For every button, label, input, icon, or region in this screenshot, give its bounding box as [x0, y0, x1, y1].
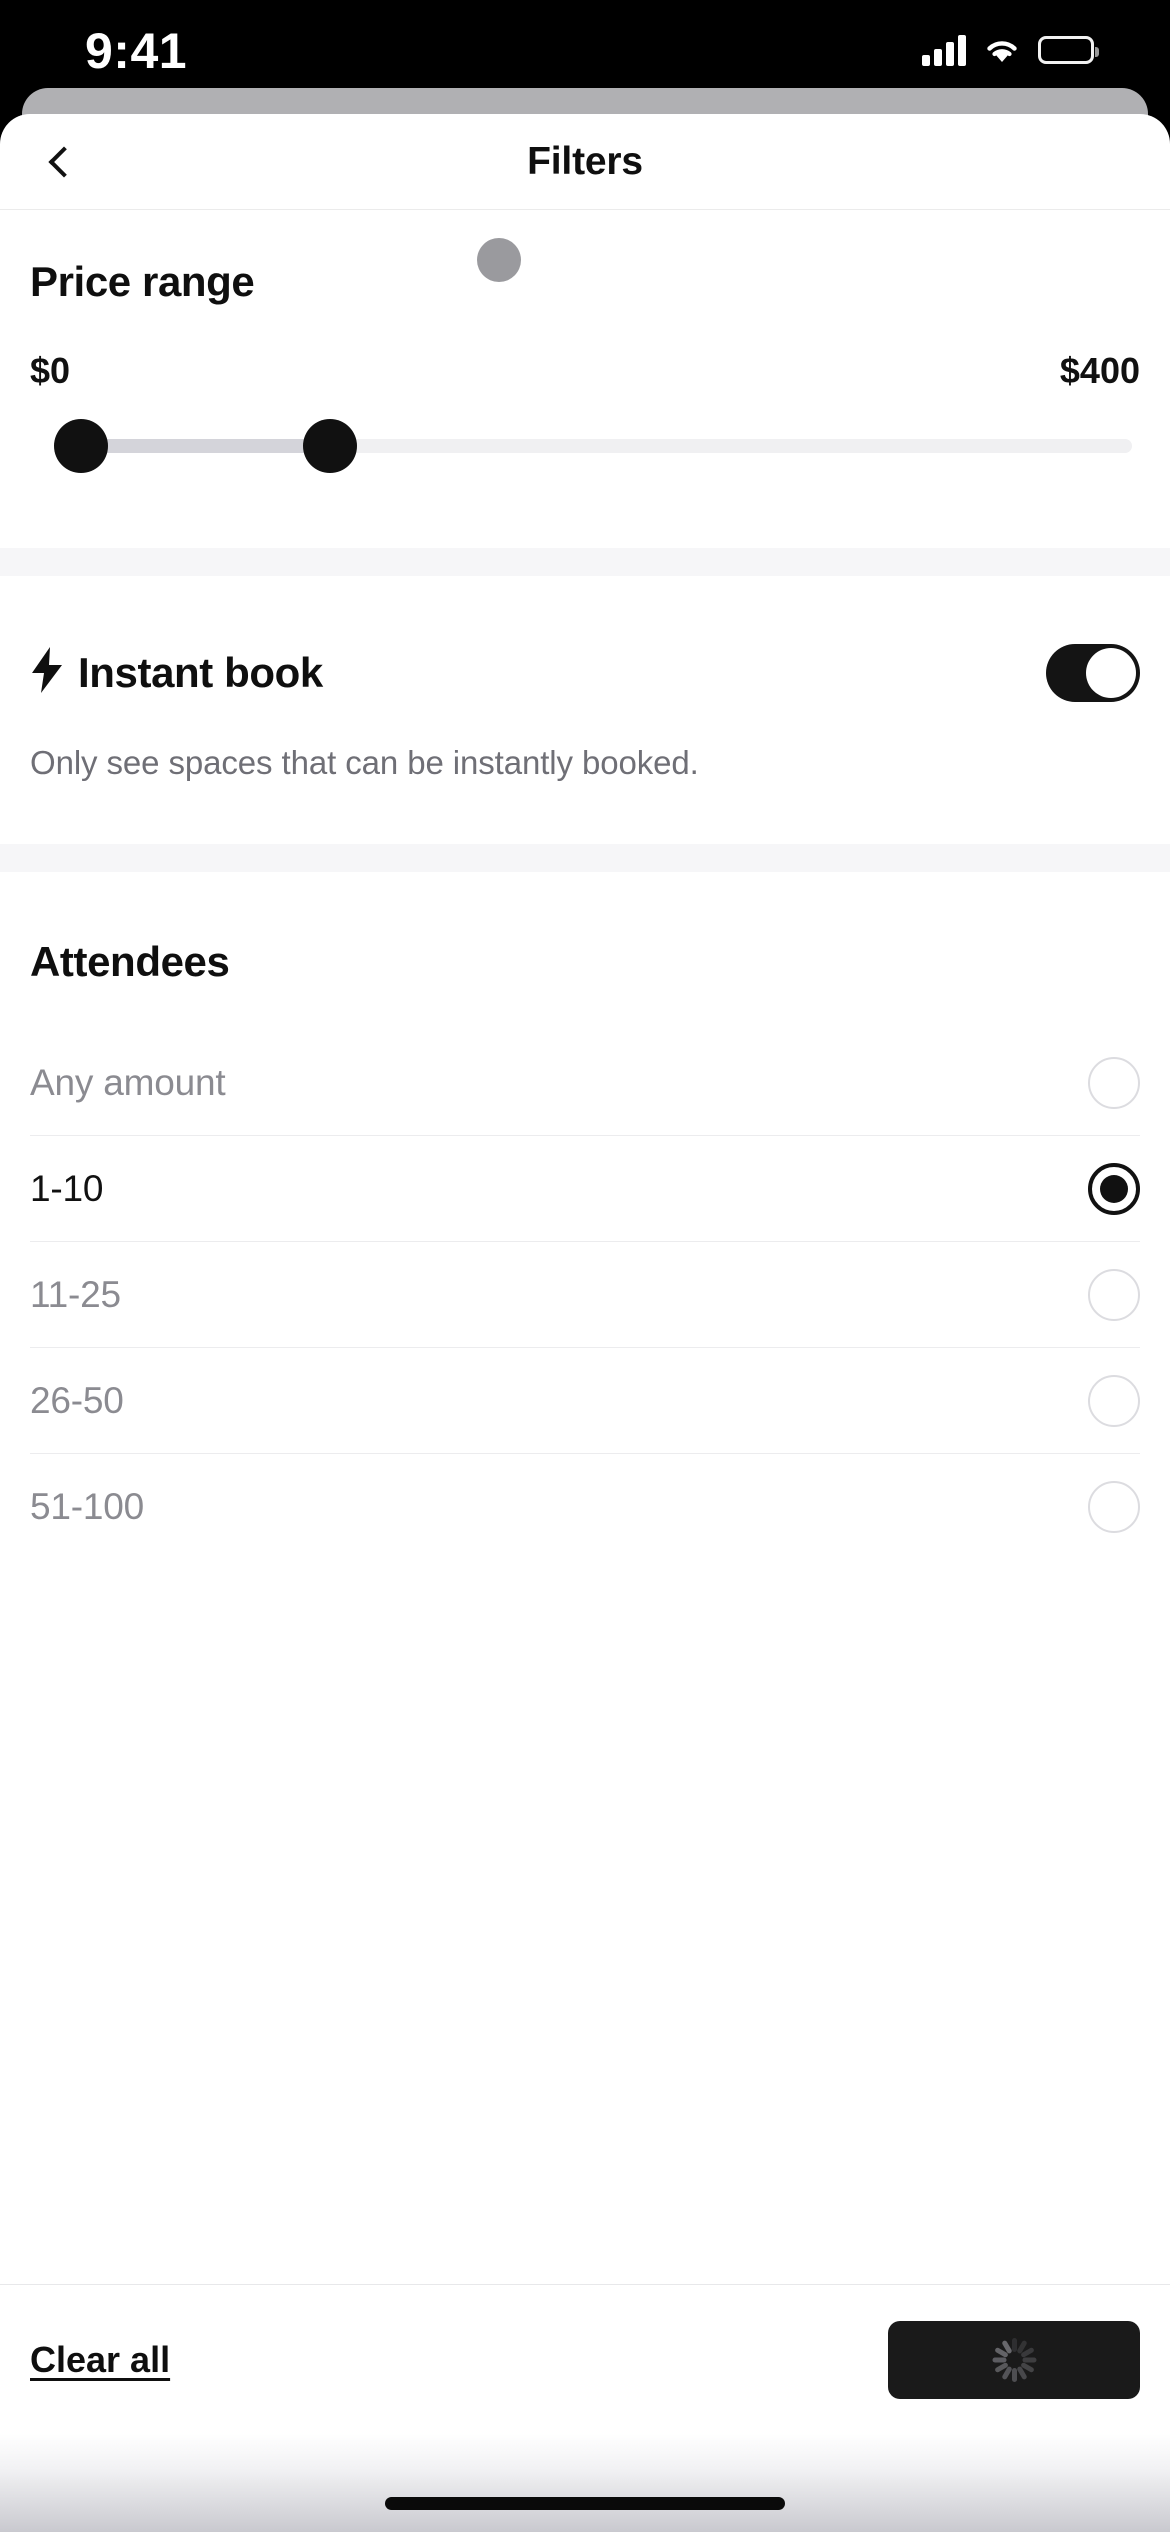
attendee-option-label: 1-10 — [30, 1167, 104, 1209]
cellular-signal-icon — [922, 34, 966, 66]
instant-book-toggle[interactable] — [1046, 644, 1140, 702]
radio-button[interactable] — [1088, 1056, 1140, 1109]
attendee-option-label: 11-25 — [30, 1273, 121, 1315]
price-range-slider[interactable] — [30, 414, 1140, 478]
loading-spinner-icon — [991, 2337, 1037, 2383]
slider-handle-min[interactable] — [54, 419, 108, 473]
attendee-option-row[interactable]: Any amount — [30, 1030, 1140, 1136]
instant-book-description: Only see spaces that can be instantly bo… — [30, 744, 699, 781]
section-divider-2 — [0, 844, 1170, 872]
instant-book-section: Instant book Only see spaces that can be… — [0, 576, 1170, 844]
instant-book-label-group: Instant book — [30, 646, 323, 700]
instant-book-row: Instant book — [30, 644, 1140, 702]
radio-button[interactable] — [1088, 1374, 1140, 1427]
attendees-title: Attendees — [30, 938, 230, 985]
attendees-option-list: Any amount 1-10 11-25 26-50 51-100 — [30, 1030, 1140, 1560]
back-button[interactable] — [30, 131, 92, 193]
modal-footer: Clear all — [0, 2284, 1170, 2434]
apply-filters-button[interactable] — [888, 2320, 1140, 2399]
chevron-left-icon — [48, 145, 80, 178]
attendees-section: Attendees Any amount 1-10 11-25 26-50 51-100 — [0, 872, 1170, 1560]
home-indicator[interactable] — [385, 2497, 785, 2510]
price-range-title: Price range — [30, 258, 255, 305]
home-bar-area — [0, 2434, 1170, 2532]
status-bar: 9:41 — [0, 0, 1170, 92]
price-range-section: Price range $0 $400 — [0, 210, 1170, 548]
radio-button[interactable] — [1088, 1481, 1140, 1533]
battery-icon — [1038, 36, 1099, 64]
price-max-value: $400 — [1059, 350, 1140, 391]
clear-all-button[interactable]: Clear all — [30, 2339, 170, 2381]
attendee-option-label: Any amount — [30, 1061, 226, 1103]
toggle-thumb — [1086, 648, 1136, 698]
slider-handle-max[interactable] — [303, 419, 357, 473]
modal-header: Filters — [0, 114, 1170, 210]
attendee-option-row[interactable]: 26-50 — [30, 1348, 1140, 1454]
radio-button[interactable] — [1088, 1268, 1140, 1321]
page-title: Filters — [527, 139, 643, 183]
attendee-option-row[interactable]: 11-25 — [30, 1242, 1140, 1348]
status-bar-icons — [922, 30, 1099, 70]
attendee-option-label: 26-50 — [30, 1379, 124, 1421]
filters-modal: Filters Price range $0 $400 Instant book — [0, 114, 1170, 2434]
wifi-icon — [982, 35, 1022, 65]
radio-button-selected[interactable] — [1088, 1162, 1140, 1215]
instant-book-title: Instant book — [78, 649, 323, 696]
lightning-bolt-icon — [30, 646, 64, 700]
slider-track-fill — [82, 439, 330, 453]
section-divider — [0, 548, 1170, 576]
price-value-row: $0 $400 — [30, 350, 1140, 392]
attendee-option-label: 51-100 — [30, 1486, 145, 1527]
status-bar-time: 9:41 — [85, 23, 188, 79]
price-min-value: $0 — [30, 350, 71, 391]
attendee-option-row[interactable]: 51-100 — [30, 1454, 1140, 1560]
attendee-option-row[interactable]: 1-10 — [30, 1136, 1140, 1242]
